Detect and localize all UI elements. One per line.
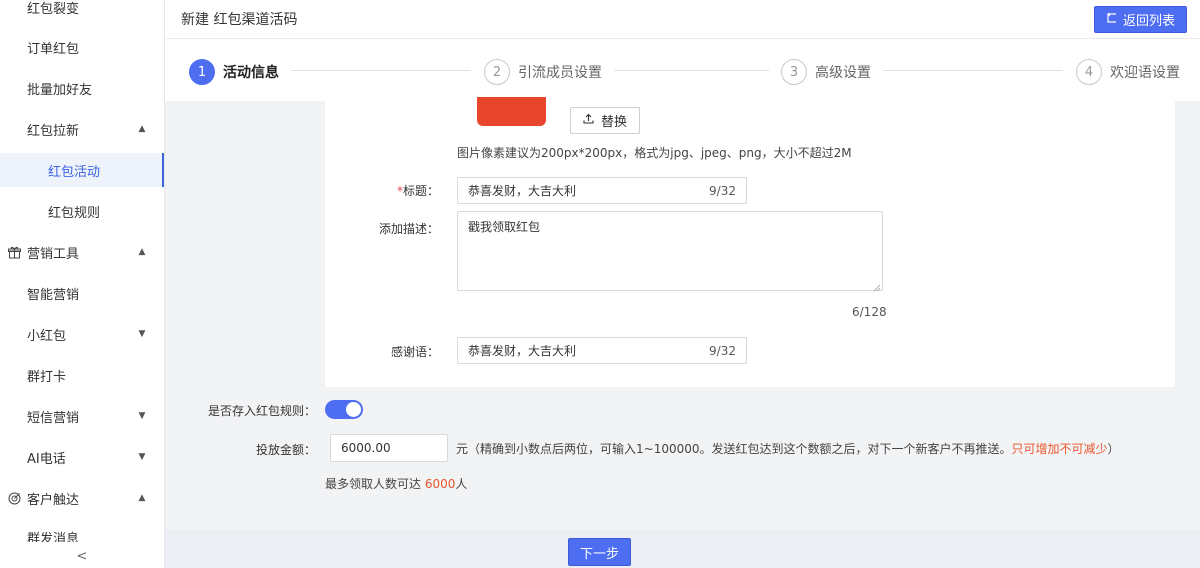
max-recipients-note: 最多领取人数可达 6000人 <box>325 475 467 492</box>
max-recipients-count: 6000 <box>424 477 456 491</box>
sidebar-item-label: 短信营销 <box>27 410 80 426</box>
sidebar-item-sms-marketing[interactable]: 短信营销 ▼ <box>0 399 164 433</box>
step-number: 2 <box>484 59 510 85</box>
step-label: 高级设置 <box>815 65 871 81</box>
sidebar-item-label: 智能营销 <box>27 287 80 303</box>
sidebar-item-ai-phone[interactable]: AI电话 ▼ <box>0 440 164 474</box>
sidebar-item-red-packet-fission[interactable]: 红包裂变 <box>0 0 164 24</box>
sidebar-item-label: AI电话 <box>27 451 66 467</box>
sidebar-item-label: 营销工具 <box>27 246 80 262</box>
thanks-label: 感谢语： <box>390 345 439 359</box>
title-value: 恭喜发财，大吉大利 <box>468 184 577 198</box>
thanks-count: 9/32 <box>709 343 736 358</box>
save-rule-label: 是否存入红包规则： <box>207 404 316 418</box>
title-label: *标题： <box>319 182 439 199</box>
desc-label: 添加描述： <box>378 222 439 236</box>
replace-label: 替换 <box>600 115 627 130</box>
sidebar-item-red-packet-activity[interactable]: 红包活动 <box>0 153 164 187</box>
next-step-button[interactable]: 下一步 <box>568 538 631 566</box>
sidebar-group-customer-reach[interactable]: 客户触达 ▲ <box>0 481 164 515</box>
step-label: 欢迎语设置 <box>1110 65 1180 81</box>
sidebar-group-marketing-tools[interactable]: 营销工具 ▲ <box>0 235 164 269</box>
desc-value: 戳我领取红包 <box>468 220 541 234</box>
amount-input[interactable]: 6000.00 <box>330 434 448 462</box>
step-connector <box>614 70 769 71</box>
step-label: 引流成员设置 <box>518 65 602 81</box>
chevron-up-icon: ▲ <box>138 247 146 257</box>
max-note-prefix: 最多领取人数可达 <box>325 477 425 491</box>
sidebar-item-label: 红包拉新 <box>27 123 80 139</box>
thanks-value: 恭喜发财，大吉大利 <box>468 344 577 358</box>
step-welcome-settings[interactable]: 4 欢迎语设置 <box>1076 59 1180 85</box>
sidebar-item-label: 群发消息 <box>27 532 80 542</box>
desc-count: 6/128 <box>852 305 887 319</box>
sidebar-item-group-message[interactable]: 群发消息 <box>0 522 164 542</box>
chevron-up-icon: ▲ <box>138 493 146 503</box>
upload-icon <box>583 113 594 128</box>
sidebar-item-label: 群打卡 <box>27 369 67 385</box>
image-hint: 图片像素建议为200px*200px，格式为jpg、jpeg、png，大小不超过… <box>457 146 852 160</box>
sidebar-item-red-packet-rules[interactable]: 红包规则 <box>0 194 164 228</box>
chevron-down-icon: ▼ <box>138 452 146 462</box>
footer-bar <box>165 529 1200 568</box>
chevron-down-icon: ▼ <box>138 329 146 339</box>
back-to-list-label: 返回列表 <box>1122 13 1175 29</box>
amount-note-end: ） <box>1107 442 1120 456</box>
target-icon <box>8 492 21 505</box>
amount-note-text: 元（精确到小数点后两位，可输入1~100000。发送红包达到这个数额之后，对下一… <box>456 442 1012 456</box>
step-number: 1 <box>189 59 215 85</box>
sidebar-item-group-checkin[interactable]: 群打卡 <box>0 358 164 392</box>
sidebar-item-label: 客户触达 <box>27 492 80 508</box>
title-input[interactable]: 恭喜发财，大吉大利 9/32 <box>457 177 747 204</box>
amount-label: 投放金额： <box>255 443 316 457</box>
chevron-left-icon: < <box>76 548 88 564</box>
sidebar-collapse-button[interactable]: < <box>0 544 164 568</box>
sidebar-item-order-red-packet[interactable]: 订单红包 <box>0 30 164 64</box>
thanks-input[interactable]: 恭喜发财，大吉大利 9/32 <box>457 337 747 364</box>
back-to-list-button[interactable]: 返回列表 <box>1094 5 1187 33</box>
sidebar-item-small-red-packet[interactable]: 小红包 ▼ <box>0 317 164 351</box>
sidebar-item-batch-add-friends[interactable]: 批量加好友 <box>0 71 164 105</box>
step-number: 3 <box>781 59 807 85</box>
page-title: 新建 红包渠道活码 <box>181 12 298 28</box>
red-packet-cover-image <box>477 97 546 126</box>
max-note-suffix: 人 <box>455 477 468 491</box>
step-advanced-settings[interactable]: 3 高级设置 <box>781 59 871 85</box>
sidebar-item-label: 红包活动 <box>48 164 101 180</box>
amount-note: 元（精确到小数点后两位，可输入1~100000。发送红包达到这个数额之后，对下一… <box>456 440 1120 457</box>
step-number: 4 <box>1076 59 1102 85</box>
step-activity-info[interactable]: 1 活动信息 <box>189 59 279 85</box>
title-count: 9/32 <box>709 183 736 198</box>
sidebar-item-label: 红包规则 <box>48 205 101 221</box>
sidebar: 红包裂变 订单红包 批量加好友 红包拉新 ▲ 红包活动 红包规则 营销工具 ▲ 智… <box>0 0 165 568</box>
amount-warning: 只可增加不可减少 <box>1011 442 1108 456</box>
step-connector <box>291 70 471 71</box>
page-header: 新建 红包渠道活码 返回列表 <box>165 0 1200 39</box>
gift-icon <box>8 246 21 259</box>
chevron-down-icon: ▼ <box>138 411 146 421</box>
title-label-text: 标题： <box>402 184 439 198</box>
sidebar-item-label: 红包裂变 <box>27 1 80 17</box>
desc-textarea[interactable]: 戳我领取红包 <box>457 211 883 292</box>
sidebar-item-red-packet-acquire[interactable]: 红包拉新 ▲ <box>0 112 164 146</box>
sidebar-item-label: 批量加好友 <box>27 82 93 98</box>
sidebar-item-label: 小红包 <box>27 328 67 344</box>
replace-image-button[interactable]: 替换 <box>570 107 640 134</box>
step-label: 活动信息 <box>223 65 279 81</box>
save-rule-toggle[interactable] <box>325 400 363 419</box>
resize-handle-icon[interactable] <box>873 281 881 292</box>
sidebar-item-smart-marketing[interactable]: 智能营销 <box>0 276 164 310</box>
toggle-knob <box>346 402 361 417</box>
amount-value: 6000.00 <box>341 441 391 455</box>
return-icon <box>1106 11 1117 27</box>
sidebar-item-label: 订单红包 <box>27 41 80 57</box>
chevron-up-icon: ▲ <box>138 124 146 134</box>
step-connector <box>883 70 1063 71</box>
step-member-settings[interactable]: 2 引流成员设置 <box>484 59 602 85</box>
